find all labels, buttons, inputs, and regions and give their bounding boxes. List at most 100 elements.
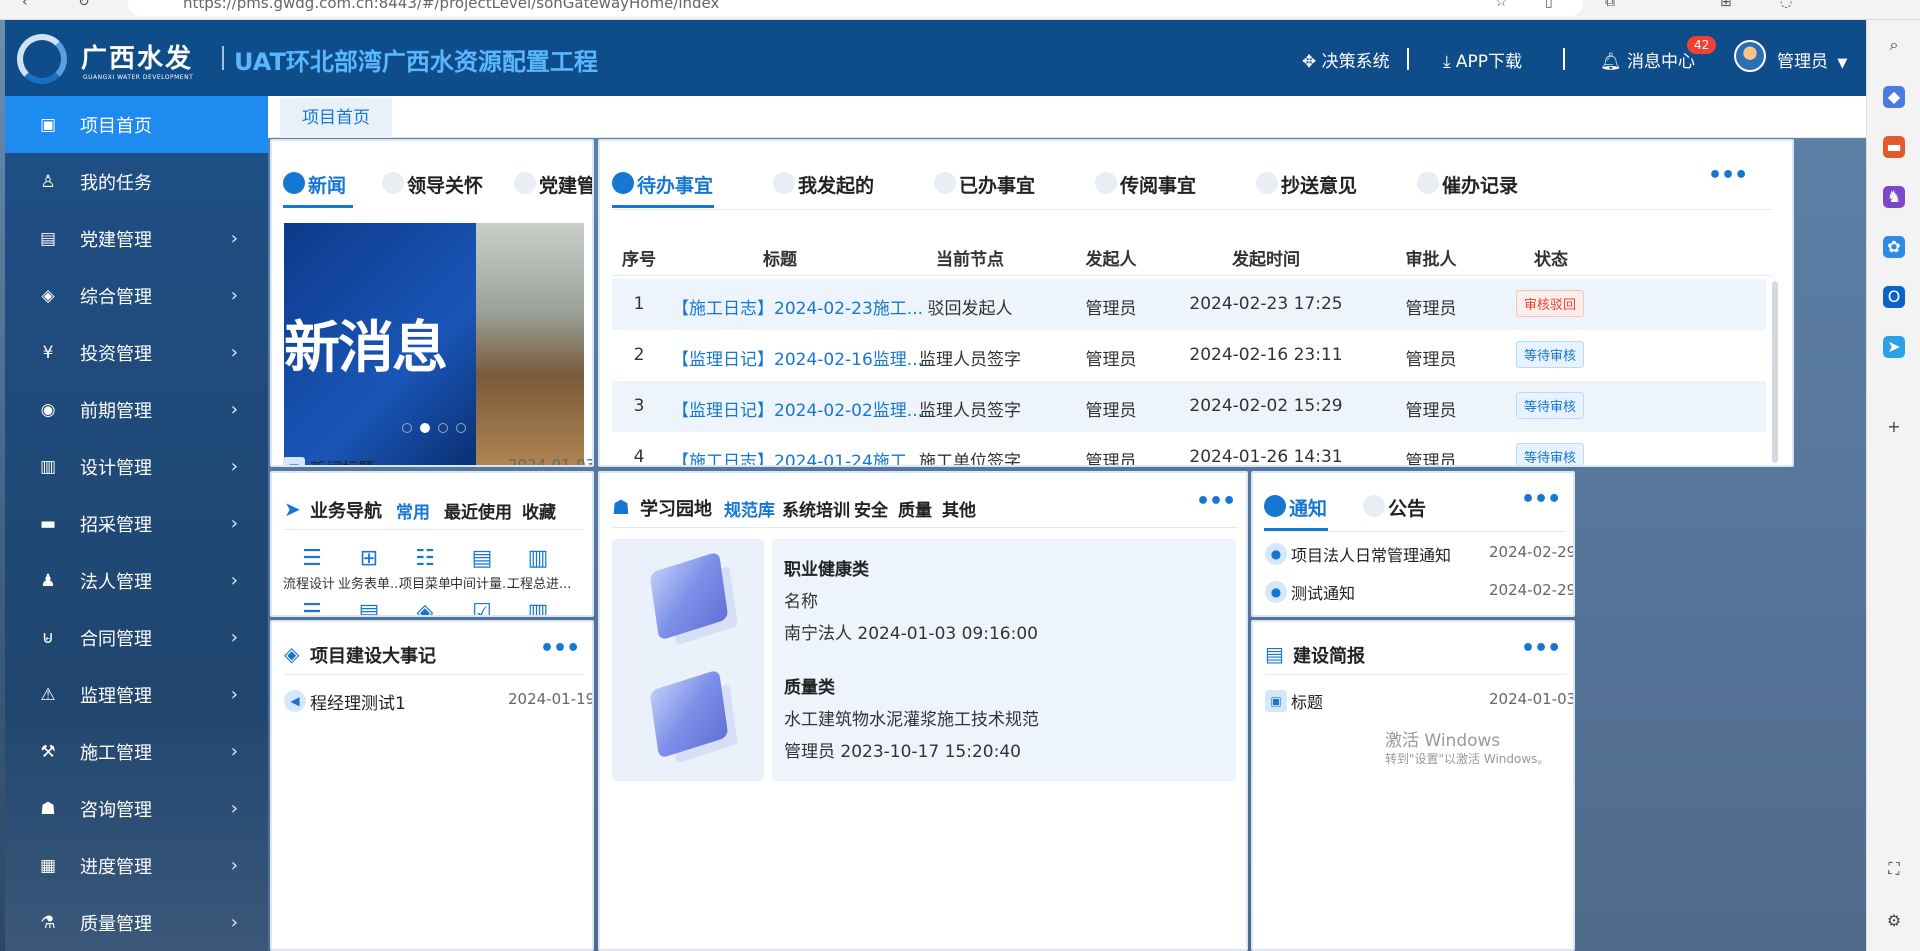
sidebar-item-10[interactable]: ⚠ 监理管理 › <box>5 666 268 723</box>
settings-icon[interactable]: ⚙ <box>1883 910 1905 932</box>
carousel-dot[interactable] <box>456 423 466 433</box>
add-icon[interactable]: + <box>1883 416 1905 438</box>
carousel-dot[interactable] <box>402 423 412 433</box>
search-icon[interactable]: ⌕ <box>1883 34 1905 56</box>
event-item-title[interactable]: 程经理测试1 <box>310 689 406 714</box>
favorite-icon[interactable]: ☆ <box>1495 0 1508 10</box>
tab-announcement[interactable]: 公告 <box>1388 494 1426 521</box>
quick-label-overall-progress[interactable]: 工程总进... <box>507 573 571 592</box>
nav-icon-row2[interactable]: ☰ <box>300 601 324 616</box>
tab-circulate[interactable]: 传阅事宜 <box>1120 171 1196 198</box>
sidebar-item-11[interactable]: ⚒ 施工管理 › <box>5 723 268 780</box>
table-row[interactable]: 3 【监理日记】2024-02-02监理... 监理人员签字 管理员 2024-02-0… <box>612 381 1766 432</box>
flow-design-icon[interactable]: ☰ <box>300 547 324 571</box>
more-icon[interactable]: ••• <box>540 636 580 661</box>
tab-standards[interactable]: 规范库 <box>724 496 775 521</box>
quick-label-flow-design[interactable]: 流程设计 <box>283 573 335 592</box>
more-icon[interactable]: ••• <box>1521 636 1561 661</box>
sidebar-item-9[interactable]: ⊌ 合同管理 › <box>5 609 268 666</box>
cell-title[interactable]: 【监理日记】2024-02-02监理... <box>672 396 923 421</box>
telegram-icon[interactable]: ➤ <box>1883 336 1905 358</box>
screenshot-icon[interactable]: ⛶ <box>1883 858 1905 880</box>
tab-notice[interactable]: 通知 <box>1289 494 1327 521</box>
quick-label-project-menu[interactable]: 项目菜单 <box>399 573 451 592</box>
tab-project-home[interactable]: 项目首页 <box>280 98 392 138</box>
news-carousel[interactable]: 新消息 <box>284 223 584 465</box>
carousel-dot-active[interactable] <box>420 423 430 433</box>
course-card[interactable]: 质量类 水工建筑物水泥灌浆施工技术规范 管理员 2023-10-17 15:20… <box>772 657 1236 781</box>
tab-common[interactable]: 常用 <box>396 498 430 523</box>
course-thumbnail[interactable] <box>612 539 764 663</box>
message-center-link[interactable]: 🔔︎ 消息中心 <box>1600 47 1695 72</box>
user-menu[interactable]: 管理员 ▼ <box>1777 47 1847 72</box>
tab-cc-opinions[interactable]: 抄送意见 <box>1281 171 1357 198</box>
address-bar[interactable]: https://pms.gwdg.com.cn:8443/#/projectLe… <box>128 0 1583 16</box>
sidebar-item-12[interactable]: ☗ 咨询管理 › <box>5 780 268 837</box>
tab-todo[interactable]: 待办事宜 <box>637 171 713 198</box>
nav-icon-row2[interactable]: ☑ <box>470 601 494 616</box>
notice-item-title[interactable]: 项目法人日常管理通知 <box>1291 542 1451 566</box>
split-screen-icon[interactable]: ▯ <box>1545 0 1553 10</box>
extensions-icon[interactable]: ⊞ <box>1720 0 1732 10</box>
refresh-icon[interactable]: ↻ <box>78 0 90 10</box>
overall-progress-icon[interactable]: ▥ <box>526 547 550 571</box>
tab-initiated[interactable]: 我发起的 <box>798 171 874 198</box>
sidebar-item-1[interactable]: ♙ 我的任务 <box>5 153 268 210</box>
table-row[interactable]: 1 【施工日志】2024-02-23施工... 驳回发起人 管理员 2024-02-23… <box>612 279 1766 330</box>
sidebar-item-7[interactable]: ▬ 招采管理 › <box>5 495 268 552</box>
sidebar-item-0[interactable]: ▣ 项目首页 <box>5 96 268 153</box>
notice-item-title[interactable]: 测试通知 <box>1291 580 1355 604</box>
nav-icon-row2[interactable]: ◈ <box>413 601 437 616</box>
tag-icon[interactable]: ◆ <box>1883 86 1905 108</box>
sidebar-item-14[interactable]: ⚗ 质量管理 › <box>5 894 268 951</box>
cell-title[interactable]: 【施工日志】2024-01-24施工... <box>672 447 923 465</box>
brief-item-title[interactable]: 标题 <box>1291 689 1323 713</box>
tab-leader-care[interactable]: 领导关怀 <box>407 171 483 198</box>
tab-news[interactable]: 新闻 <box>308 171 346 198</box>
copilot-app-icon[interactable]: ✿ <box>1883 236 1905 258</box>
user-avatar[interactable] <box>1734 40 1766 72</box>
interim-measure-icon[interactable]: ▤ <box>470 547 494 571</box>
tab-favorites[interactable]: 收藏 <box>522 498 556 523</box>
cell-title[interactable]: 【监理日记】2024-02-16监理... <box>672 345 923 370</box>
course-thumbnail[interactable] <box>612 657 764 781</box>
toolbox-icon[interactable]: ▬ <box>1883 136 1905 158</box>
sidebar-item-8[interactable]: ♟ 法人管理 › <box>5 552 268 609</box>
table-row[interactable]: 2 【监理日记】2024-02-16监理... 监理人员签字 管理员 2024-02-1… <box>612 330 1766 381</box>
tab-safety[interactable]: 安全 <box>854 496 888 521</box>
table-row[interactable]: 4 【施工日志】2024-01-24施工... 施工单位签字 管理员 2024-01-2… <box>612 432 1766 465</box>
sidebar-item-5[interactable]: ◉ 前期管理 › <box>5 381 268 438</box>
collections-icon[interactable]: ⧉ <box>1605 0 1615 10</box>
business-form-icon[interactable]: ⊞ <box>357 547 381 571</box>
project-menu-icon[interactable]: ☷ <box>413 547 437 571</box>
table-scrollbar[interactable] <box>1772 281 1778 463</box>
tab-other[interactable]: 其他 <box>942 496 976 521</box>
sidebar-item-2[interactable]: ▤ 党建管理 › <box>5 210 268 267</box>
copilot-icon[interactable]: ◌ <box>1780 0 1792 10</box>
nav-icon-row2[interactable]: ▤ <box>357 601 381 616</box>
outlook-icon[interactable]: O <box>1883 286 1905 308</box>
back-icon[interactable]: ‹ <box>22 0 28 10</box>
quick-label-business-form[interactable]: 业务表单... <box>338 573 402 592</box>
nav-icon-row2[interactable]: ▥ <box>526 601 550 616</box>
tab-party-building[interactable]: 党建管 <box>539 171 592 198</box>
sidebar-item-6[interactable]: ▥ 设计管理 › <box>5 438 268 495</box>
tab-quality[interactable]: 质量 <box>898 496 932 521</box>
carousel-dot[interactable] <box>438 423 448 433</box>
tab-done[interactable]: 已办事宜 <box>959 171 1035 198</box>
cell-title[interactable]: 【施工日志】2024-02-23施工... <box>672 294 923 319</box>
sidebar-item-13[interactable]: ▦ 进度管理 › <box>5 837 268 894</box>
tab-urge-records[interactable]: 催办记录 <box>1442 171 1518 198</box>
news-item-title[interactable]: 新闻标题 <box>310 455 374 465</box>
more-icon[interactable]: ••• <box>1708 163 1748 188</box>
more-icon[interactable]: ••• <box>1196 489 1236 514</box>
course-card[interactable]: 职业健康类 名称 南宁法人 2024-01-03 09:16:00 <box>772 539 1236 663</box>
app-download-link[interactable]: ⤓ APP下载 <box>1443 47 1522 72</box>
decision-system-link[interactable]: ✥ 决策系统 <box>1302 47 1390 72</box>
quick-label-interim-measure[interactable]: 中间计量... <box>450 573 514 592</box>
sidebar-item-4[interactable]: ¥ 投资管理 › <box>5 324 268 381</box>
games-icon[interactable]: ♞ <box>1883 186 1905 208</box>
tab-training[interactable]: 系统培训 <box>782 496 850 521</box>
sidebar-item-3[interactable]: ◈ 综合管理 › <box>5 267 268 324</box>
more-icon[interactable]: ••• <box>1521 487 1561 512</box>
